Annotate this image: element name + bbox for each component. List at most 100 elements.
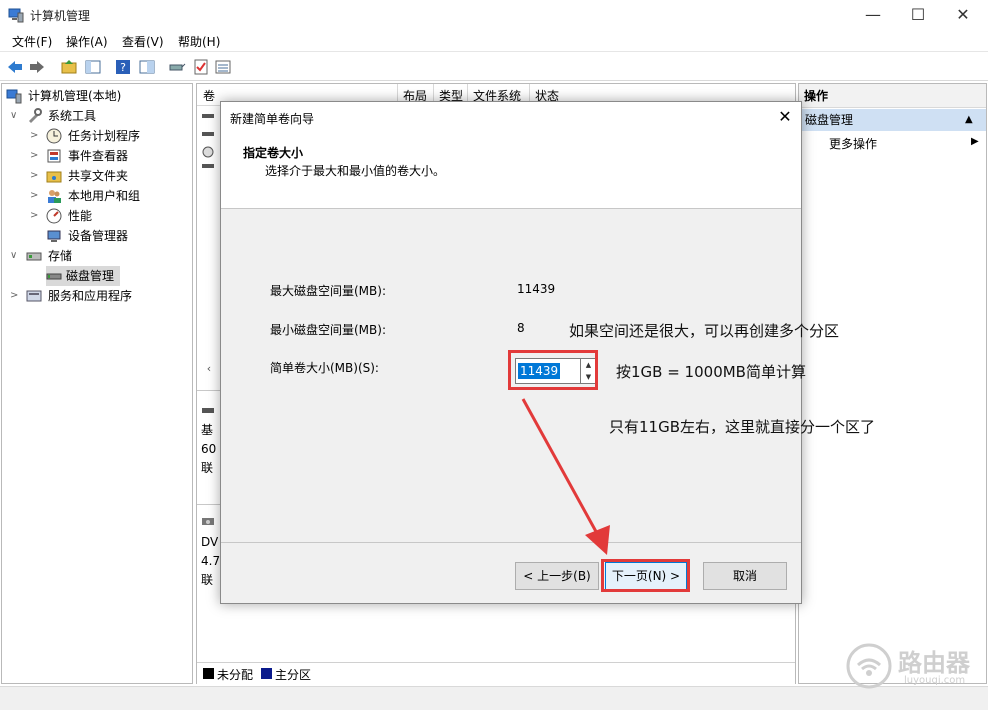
annotation-note-multiple-partitions: 如果空间还是很大，可以再创建多个分区 xyxy=(569,322,840,340)
column-volume[interactable]: 卷 xyxy=(203,87,215,104)
show-tree-icon[interactable] xyxy=(84,58,102,76)
help-icon[interactable]: ? xyxy=(114,58,132,76)
volume-drive-icons xyxy=(202,114,214,168)
tree-item-performance[interactable]: > 性能 xyxy=(30,206,192,226)
tree-item-disk-management[interactable]: 磁盘管理 xyxy=(46,266,120,286)
users-icon xyxy=(48,190,61,203)
tree-item-label: 任务计划程序 xyxy=(68,129,141,143)
checklist-icon[interactable] xyxy=(192,58,210,76)
tree-item-label: 本地用户和组 xyxy=(68,189,141,203)
tree-item-label: 存储 xyxy=(48,249,73,263)
dialog-title: 新建简单卷向导 xyxy=(230,112,315,126)
svg-text:?: ? xyxy=(120,61,126,74)
chevron-down-icon[interactable]: ∨ xyxy=(10,106,22,126)
actions-section-disk-management[interactable]: 磁盘管理 ▲ xyxy=(799,109,986,131)
tree-item-system-tools[interactable]: ∨ 系统工具 xyxy=(10,106,192,126)
wizard-header: 指定卷大小 选择介于最大和最小值的卷大小。 xyxy=(221,132,801,209)
actions-header: 操作 xyxy=(799,84,986,108)
chevron-right-icon[interactable]: > xyxy=(30,186,42,206)
tree-item-shared-folders[interactable]: > 共享文件夹 xyxy=(30,166,192,186)
device-manager-icon xyxy=(47,230,61,242)
annotation-box-size-input xyxy=(508,350,598,390)
dvd-drive-icon xyxy=(202,518,214,525)
max-space-value: 11439 xyxy=(517,282,556,296)
tree-item-storage[interactable]: ∨ 存储 xyxy=(10,246,192,266)
back-arrow-icon[interactable] xyxy=(6,58,24,76)
status-bar xyxy=(0,686,988,710)
dialog-divider xyxy=(221,542,801,543)
chevron-right-icon[interactable]: > xyxy=(30,206,42,226)
max-space-label: 最大磁盘空间量(MB): xyxy=(270,284,386,298)
maximize-button[interactable]: ☐ xyxy=(895,0,941,30)
tree-item-services-apps[interactable]: > 服务和应用程序 xyxy=(10,286,192,306)
tree-item-task-scheduler[interactable]: > 任务计划程序 xyxy=(30,126,192,146)
actions-pane: 操作 磁盘管理 ▲ 更多操作 ▶ xyxy=(798,83,987,684)
forward-arrow-icon[interactable] xyxy=(28,58,46,76)
chevron-right-icon[interactable]: > xyxy=(30,166,42,186)
tree-item-label: 设备管理器 xyxy=(68,229,129,243)
storage-icon xyxy=(26,252,42,261)
chevron-right-icon[interactable]: > xyxy=(30,126,42,146)
navigation-tree: 计算机管理(本地) ∨ 系统工具 > 任务计划程序 > 事件查看器 > 共享文件… xyxy=(1,83,193,684)
chevron-down-icon[interactable]: ∨ xyxy=(10,246,22,266)
submenu-arrow-icon: ▶ xyxy=(971,136,979,147)
scroll-left-icon[interactable]: ‹ xyxy=(197,362,221,376)
wizard-subheading: 选择介于最大和最小值的卷大小。 xyxy=(265,164,446,178)
event-viewer-icon xyxy=(47,149,61,163)
annotation-note-single-partition: 只有11GB左右，这里就直接分一个区了 xyxy=(609,418,876,436)
router-logo-icon xyxy=(846,643,892,689)
performance-icon xyxy=(46,208,62,224)
tools-icon xyxy=(29,108,42,123)
pane-divider xyxy=(197,390,221,391)
shared-folder-icon xyxy=(46,171,62,183)
minimize-button[interactable]: — xyxy=(850,0,896,30)
cancel-button[interactable]: 取消 xyxy=(703,562,787,590)
primary-partition-swatch xyxy=(261,668,272,679)
properties-panel-icon[interactable] xyxy=(138,58,156,76)
unallocated-swatch xyxy=(203,668,214,679)
tree-item-label: 服务和应用程序 xyxy=(48,289,133,303)
chevron-right-icon[interactable]: > xyxy=(30,146,42,166)
menu-file[interactable]: 文件(F) xyxy=(12,33,52,50)
volume-size-label: 简单卷大小(MB)(S): xyxy=(270,361,379,375)
menu-view[interactable]: 查看(V) xyxy=(122,33,164,50)
clock-icon xyxy=(46,128,62,144)
min-space-label: 最小磁盘空间量(MB): xyxy=(270,323,386,337)
disk-management-icon xyxy=(46,273,62,280)
tree-item-label: 系统工具 xyxy=(48,109,97,123)
legend-primary: 主分区 xyxy=(275,668,312,682)
annotation-note-gb-conversion: 按1GB = 1000MB简单计算 xyxy=(616,363,806,381)
legend-bar: 未分配 主分区 xyxy=(197,662,795,684)
legend-unallocated: 未分配 xyxy=(217,668,254,682)
tree-item-label: 计算机管理(本地) xyxy=(28,89,122,103)
toolbar: ? xyxy=(0,53,988,81)
tree-item-device-manager[interactable]: 设备管理器 xyxy=(30,226,192,246)
up-folder-icon[interactable] xyxy=(60,58,78,76)
chevron-right-icon[interactable]: > xyxy=(10,286,22,306)
list-view-icon[interactable] xyxy=(214,58,232,76)
menu-action[interactable]: 操作(A) xyxy=(66,33,108,50)
actions-section-label: 磁盘管理 xyxy=(805,113,854,127)
back-button[interactable]: < 上一步(B) xyxy=(515,562,599,590)
tree-item-computer-management[interactable]: 计算机管理(本地) xyxy=(6,86,192,106)
dialog-close-button[interactable]: ✕ xyxy=(773,105,797,129)
window-title: 计算机管理 xyxy=(30,9,91,23)
tree-item-label: 性能 xyxy=(68,209,93,223)
annotation-box-next-button xyxy=(601,559,690,592)
tree-item-label: 共享文件夹 xyxy=(68,169,129,183)
tree-item-local-users[interactable]: > 本地用户和组 xyxy=(30,186,192,206)
tree-item-label: 磁盘管理 xyxy=(66,269,115,283)
connect-icon[interactable] xyxy=(168,58,186,76)
computer-management-icon xyxy=(8,8,24,23)
tree-item-event-viewer[interactable]: > 事件查看器 xyxy=(30,146,192,166)
more-actions[interactable]: 更多操作 xyxy=(829,135,877,152)
pane-divider xyxy=(197,504,221,505)
menu-help[interactable]: 帮助(H) xyxy=(178,33,220,50)
watermark-subtitle: luyouqi.com xyxy=(904,675,966,686)
menu-bar: 文件(F) 操作(A) 查看(V) 帮助(H) xyxy=(0,30,988,52)
annotation-arrow xyxy=(521,398,610,555)
close-button[interactable]: ✕ xyxy=(940,0,986,30)
dialog-title-bar: 新建简单卷向导 ✕ xyxy=(221,102,801,132)
collapse-up-icon[interactable]: ▲ xyxy=(965,109,973,131)
wizard-heading: 指定卷大小 xyxy=(243,146,304,160)
